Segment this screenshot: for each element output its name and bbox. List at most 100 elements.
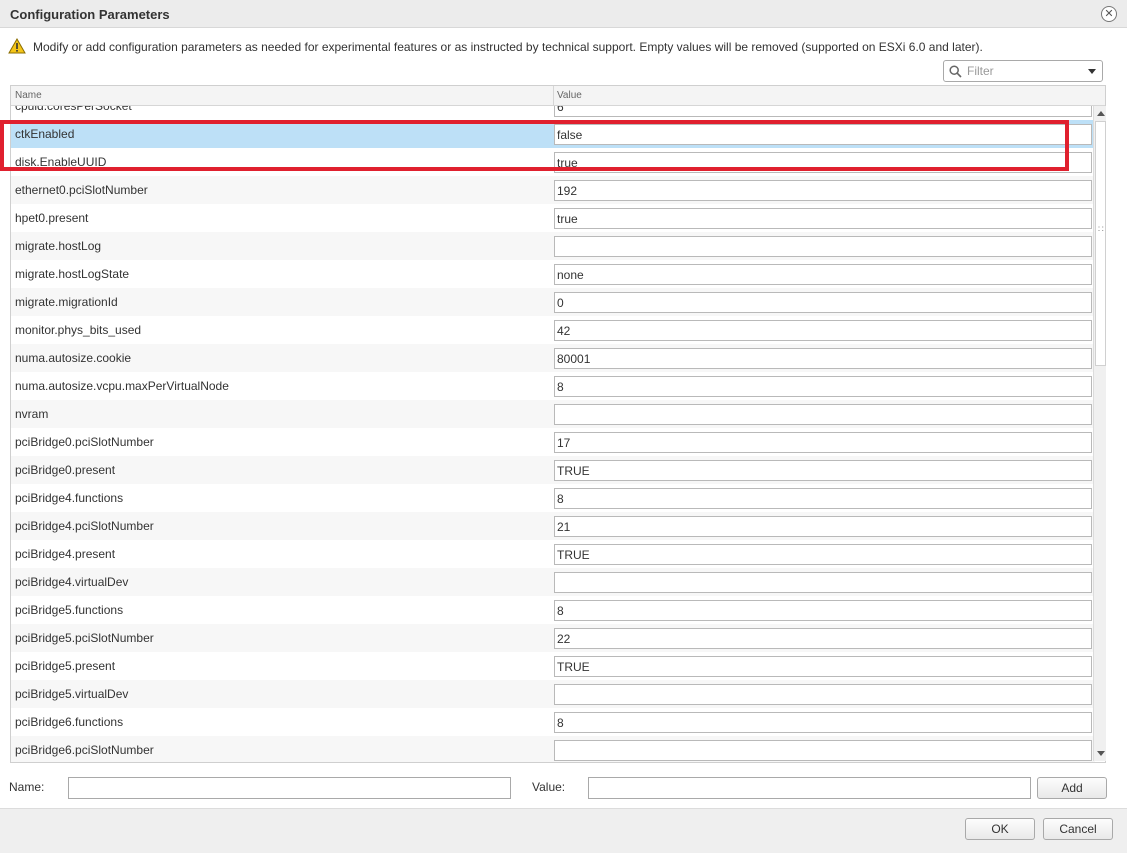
- grid-rows: cpuid.coresPerSocket ctkEnabled disk.Enabl…: [11, 106, 1095, 762]
- column-header-value[interactable]: Value: [557, 90, 582, 101]
- table-row[interactable]: pciBridge4.pciSlotNumber: [11, 512, 1095, 540]
- add-parameter-form: Name: Value: Add: [0, 775, 1127, 801]
- table-row[interactable]: pciBridge6.functions: [11, 708, 1095, 736]
- warning-text: Modify or add configuration parameters a…: [33, 40, 983, 54]
- row-name: pciBridge5.present: [15, 659, 116, 673]
- dialog-titlebar: Configuration Parameters ✕: [0, 0, 1127, 28]
- new-value-input[interactable]: [588, 777, 1031, 799]
- grid-header: Name Value: [11, 86, 1105, 106]
- filter-input[interactable]: [965, 63, 1075, 79]
- scroll-up-arrow-icon[interactable]: [1095, 107, 1106, 119]
- row-value-input[interactable]: [554, 516, 1092, 537]
- row-value-input[interactable]: [554, 124, 1092, 145]
- row-name: pciBridge6.pciSlotNumber: [15, 743, 154, 757]
- row-name: monitor.phys_bits_used: [15, 323, 142, 337]
- search-icon: [949, 65, 962, 78]
- ok-button[interactable]: OK: [965, 818, 1035, 840]
- close-icon[interactable]: ✕: [1101, 6, 1117, 22]
- warning-triangle-icon: [8, 38, 26, 54]
- row-value-input[interactable]: [554, 152, 1092, 173]
- table-row[interactable]: hpet0.present: [11, 204, 1095, 232]
- row-name: numa.autosize.cookie: [15, 351, 132, 365]
- name-label: Name:: [9, 780, 45, 794]
- row-name: cpuid.coresPerSocket: [15, 106, 132, 113]
- table-row[interactable]: pciBridge0.pciSlotNumber: [11, 428, 1095, 456]
- filter-dropdown[interactable]: [943, 60, 1103, 82]
- table-row[interactable]: pciBridge4.present: [11, 540, 1095, 568]
- row-name: pciBridge0.pciSlotNumber: [15, 435, 154, 449]
- row-value-input[interactable]: [554, 292, 1092, 313]
- row-value-input[interactable]: [554, 544, 1092, 565]
- table-row[interactable]: migrate.hostLog: [11, 232, 1095, 260]
- table-row[interactable]: ctkEnabled: [11, 120, 1095, 148]
- parameters-grid: Name Value cpuid.coresPerSocket ctkEnable…: [10, 85, 1106, 763]
- dialog-title: Configuration Parameters: [10, 7, 170, 22]
- table-row[interactable]: monitor.phys_bits_used: [11, 316, 1095, 344]
- dialog-footer: OK Cancel: [0, 808, 1127, 853]
- row-value-input[interactable]: [554, 740, 1092, 761]
- row-name: migrate.hostLog: [15, 239, 102, 253]
- row-name: ctkEnabled: [15, 127, 75, 141]
- table-row[interactable]: ethernet0.pciSlotNumber: [11, 176, 1095, 204]
- warning-message: Modify or add configuration parameters a…: [8, 37, 1118, 57]
- row-name: pciBridge5.functions: [15, 603, 124, 617]
- row-name: pciBridge6.functions: [15, 715, 124, 729]
- grid-rows-viewport: cpuid.coresPerSocket ctkEnabled disk.Enabl…: [11, 106, 1095, 762]
- table-row[interactable]: pciBridge5.virtualDev: [11, 680, 1095, 708]
- row-name: disk.EnableUUID: [15, 155, 107, 169]
- column-header-name[interactable]: Name: [15, 90, 42, 101]
- table-row[interactable]: cpuid.coresPerSocket: [11, 106, 1095, 120]
- row-value-input[interactable]: [554, 348, 1092, 369]
- row-value-input[interactable]: [554, 488, 1092, 509]
- row-name: pciBridge4.pciSlotNumber: [15, 519, 154, 533]
- row-value-input[interactable]: [554, 628, 1092, 649]
- column-divider[interactable]: [553, 86, 554, 106]
- add-button[interactable]: Add: [1037, 777, 1107, 799]
- scroll-down-arrow-icon[interactable]: [1095, 748, 1106, 760]
- new-name-input[interactable]: [68, 777, 511, 799]
- row-value-input[interactable]: [554, 404, 1092, 425]
- chevron-down-icon[interactable]: [1088, 69, 1096, 74]
- row-name: pciBridge4.virtualDev: [15, 575, 129, 589]
- row-name: migrate.migrationId: [15, 295, 118, 309]
- grid-scrollbar[interactable]: ∷: [1093, 106, 1106, 761]
- value-label: Value:: [532, 780, 566, 794]
- row-value-input[interactable]: [554, 712, 1092, 733]
- table-row[interactable]: disk.EnableUUID: [11, 148, 1095, 176]
- row-name: ethernet0.pciSlotNumber: [15, 183, 148, 197]
- table-row[interactable]: numa.autosize.vcpu.maxPerVirtualNode: [11, 372, 1095, 400]
- row-value-input[interactable]: [554, 656, 1092, 677]
- table-row[interactable]: pciBridge4.virtualDev: [11, 568, 1095, 596]
- table-row[interactable]: numa.autosize.cookie: [11, 344, 1095, 372]
- row-name: pciBridge4.present: [15, 547, 116, 561]
- table-row[interactable]: migrate.hostLogState: [11, 260, 1095, 288]
- table-row[interactable]: pciBridge0.present: [11, 456, 1095, 484]
- row-name: nvram: [15, 407, 49, 421]
- row-name: migrate.hostLogState: [15, 267, 130, 281]
- row-value-input[interactable]: [554, 684, 1092, 705]
- row-name: numa.autosize.vcpu.maxPerVirtualNode: [15, 379, 229, 393]
- table-row[interactable]: pciBridge5.present: [11, 652, 1095, 680]
- row-name: hpet0.present: [15, 211, 89, 225]
- row-value-input[interactable]: [554, 432, 1092, 453]
- row-name: pciBridge4.functions: [15, 491, 124, 505]
- row-value-input[interactable]: [554, 376, 1092, 397]
- row-value-input[interactable]: [554, 106, 1092, 117]
- table-row[interactable]: nvram: [11, 400, 1095, 428]
- scrollbar-thumb[interactable]: [1095, 121, 1106, 366]
- grip-icon: ∷: [1098, 224, 1104, 234]
- table-row[interactable]: pciBridge5.functions: [11, 596, 1095, 624]
- row-value-input[interactable]: [554, 264, 1092, 285]
- row-value-input[interactable]: [554, 320, 1092, 341]
- table-row[interactable]: migrate.migrationId: [11, 288, 1095, 316]
- row-value-input[interactable]: [554, 180, 1092, 201]
- row-value-input[interactable]: [554, 600, 1092, 621]
- row-value-input[interactable]: [554, 236, 1092, 257]
- row-value-input[interactable]: [554, 208, 1092, 229]
- table-row[interactable]: pciBridge5.pciSlotNumber: [11, 624, 1095, 652]
- table-row[interactable]: pciBridge4.functions: [11, 484, 1095, 512]
- table-row[interactable]: pciBridge6.pciSlotNumber: [11, 736, 1095, 762]
- row-value-input[interactable]: [554, 572, 1092, 593]
- cancel-button[interactable]: Cancel: [1043, 818, 1113, 840]
- row-value-input[interactable]: [554, 460, 1092, 481]
